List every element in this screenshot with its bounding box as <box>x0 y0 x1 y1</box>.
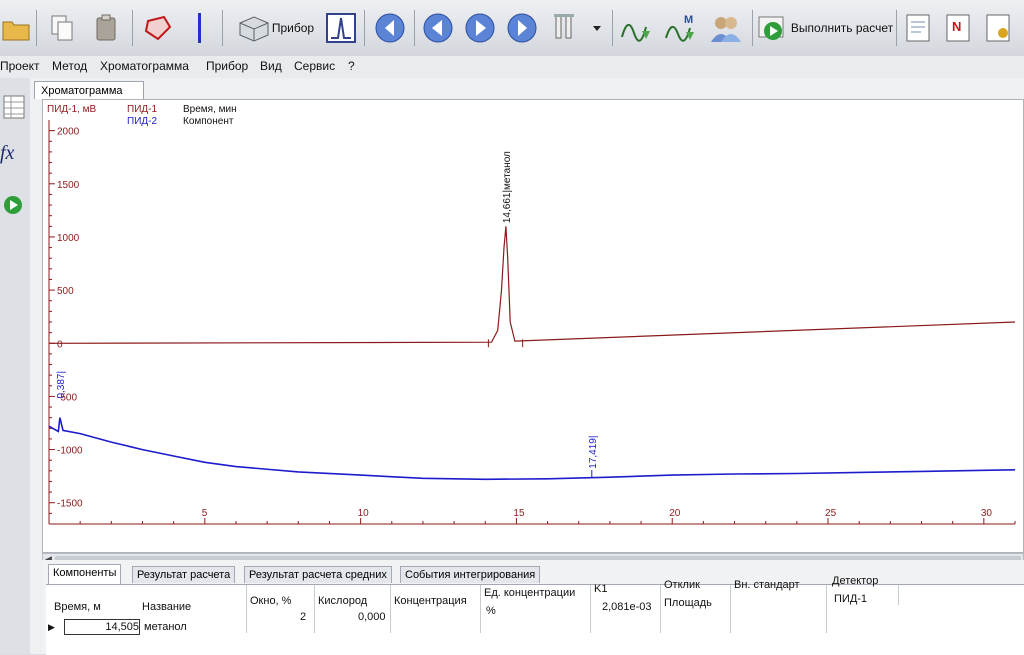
y-tick-label: 1500 <box>57 180 80 191</box>
peak-annotation-2: 17,419| <box>588 436 599 469</box>
x-tick-label: 20 <box>669 508 681 519</box>
next-record-icon[interactable] <box>462 8 498 48</box>
header-oxygen[interactable]: Кислород <box>318 593 367 609</box>
cell-window[interactable]: 2 <box>300 609 306 625</box>
x-tick-label: 10 <box>358 508 370 519</box>
header-response[interactable]: Отклик <box>664 577 700 593</box>
menu-bar: Проект Метод Хроматограмма Прибор Вид Се… <box>0 56 1024 79</box>
pribor-button[interactable]: Прибор <box>230 8 320 48</box>
users-icon[interactable] <box>706 8 746 48</box>
y-tick-label: -1500 <box>57 499 83 510</box>
first-record-icon[interactable] <box>372 8 408 48</box>
row-pointer-icon: ▶ <box>48 622 55 632</box>
legend-series-1-value: Время, мин <box>183 104 237 115</box>
series-line-1 <box>48 226 1016 344</box>
open-folder-icon[interactable] <box>0 8 32 48</box>
cell-time[interactable]: 14,505 <box>64 619 140 635</box>
header-detector[interactable]: Детектор <box>832 573 878 589</box>
x-tick-label: 30 <box>981 508 993 519</box>
y-tick-label: 1000 <box>57 233 80 244</box>
last-record-icon[interactable] <box>504 8 540 48</box>
play-green-icon[interactable] <box>2 194 24 221</box>
legend-series-2-value: Компонент <box>183 116 234 127</box>
header-time[interactable]: Время, м <box>54 599 101 615</box>
header-window[interactable]: Окно, % <box>250 593 291 609</box>
cell-oxygen[interactable]: 0,000 <box>358 609 386 625</box>
cell-detector[interactable]: ПИД-1 <box>834 591 867 607</box>
paste-icon[interactable] <box>86 8 126 48</box>
menu-chromatogram[interactable]: Хроматограмма <box>100 59 189 73</box>
legend-series-1-name: ПИД-1 <box>127 104 158 115</box>
menu-device[interactable]: Прибор <box>206 59 248 73</box>
menu-project[interactable]: Проект <box>0 59 40 73</box>
method-icon[interactable] <box>138 8 178 48</box>
series-line-2 <box>48 417 1016 481</box>
header-concentration[interactable]: Концентрация <box>394 593 467 609</box>
header-k1[interactable]: K1 <box>594 581 607 597</box>
previous-record-icon[interactable] <box>420 8 456 48</box>
run-play-icon <box>758 16 784 40</box>
tab-components[interactable]: Компоненты <box>48 564 122 584</box>
y-tick-label: 500 <box>57 286 74 297</box>
cell-conc-units[interactable]: % <box>486 603 496 619</box>
syringe-icon[interactable] <box>546 8 582 48</box>
formula-fx-icon[interactable]: fx <box>0 142 14 165</box>
peak-annotation-1: 14,661|метанол <box>502 151 513 223</box>
chromatogram-view-button[interactable] <box>324 8 358 48</box>
x-tick-label: 15 <box>513 508 525 519</box>
header-name[interactable]: Название <box>142 599 191 615</box>
menu-view[interactable]: Вид <box>260 59 282 73</box>
header-conc-units[interactable]: Ед. концентрации <box>484 585 575 601</box>
left-side-panel: fx <box>0 78 31 654</box>
m-letter: M <box>684 14 693 26</box>
components-grid: Окно, % Кислород Концентрация Ед. концен… <box>46 575 1024 655</box>
y-tick-label: 0 <box>57 339 63 350</box>
peak-integration-icon[interactable] <box>618 8 658 48</box>
chromatogram-plot[interactable]: 2000 1500 1000 500 0 -500 -1000 -1500 5 10 15 20 25 3… <box>42 99 1024 553</box>
run-calculation-button[interactable]: Выполнить расчет <box>756 8 894 48</box>
cell-name[interactable]: метанол <box>144 619 187 635</box>
menu-service[interactable]: Сервис <box>294 59 335 73</box>
report-n-button[interactable]: N <box>940 8 976 48</box>
cell-k1[interactable]: 2,081e-03 <box>602 599 652 615</box>
marker-line-icon[interactable] <box>188 8 212 48</box>
tab-chromatogram[interactable]: Хроматограмма <box>34 81 144 99</box>
report-icon[interactable] <box>900 8 936 48</box>
y-tick-label: -1000 <box>57 446 83 457</box>
tab-average-result[interactable]: Результат расчета средних <box>244 566 392 583</box>
tab-calculation-result[interactable]: Результат расчета <box>132 566 236 583</box>
tab-integration-events[interactable]: События интегрирования <box>400 566 541 583</box>
chromatogram-chart: 2000150010005000-500-1000-15005 10 15 20 25 3… <box>48 120 1016 525</box>
x-tick-label: 25 <box>825 508 837 519</box>
menu-help[interactable]: ? <box>348 59 355 73</box>
y-tick-label: 2000 <box>57 127 80 138</box>
x-tick-label: 5 <box>202 508 208 519</box>
header-internal-standard[interactable]: Вн. стандарт <box>734 577 800 593</box>
dropdown-arrow-icon[interactable] <box>588 8 606 48</box>
peak-annotation-3: 0,387| <box>56 371 67 399</box>
run-calculation-label: Выполнить расчет <box>790 21 894 35</box>
y-axis-label: ПИД-1, мВ <box>47 104 97 115</box>
legend-series-2-name: ПИД-2 <box>127 116 158 127</box>
manual-integration-button[interactable]: M <box>662 8 702 48</box>
certificate-icon[interactable] <box>980 8 1016 48</box>
copy-icon[interactable] <box>44 8 80 48</box>
table-icon[interactable] <box>2 94 26 125</box>
device-box-icon <box>239 16 269 42</box>
cell-response[interactable]: Площадь <box>664 595 712 611</box>
menu-method[interactable]: Метод <box>52 59 87 73</box>
results-panel: Компоненты Результат расчета Результат р… <box>42 560 1024 655</box>
n-letter: N <box>952 19 961 34</box>
main-toolbar: Прибор M Выполнить расчет N <box>0 0 1024 57</box>
pribor-label: Прибор <box>271 21 315 35</box>
